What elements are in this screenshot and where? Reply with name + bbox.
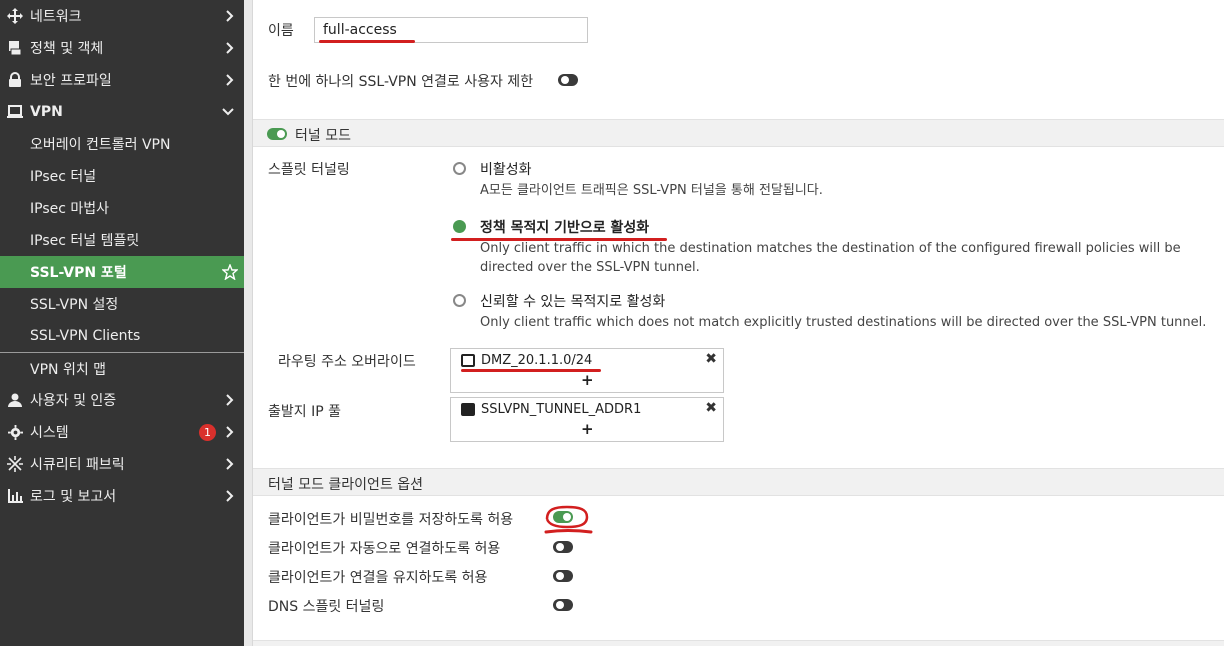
user-icon [6,384,24,416]
sidebar-item-vpn[interactable]: VPN [0,96,244,128]
radio-disabled[interactable] [453,162,466,175]
remove-entry-icon[interactable]: ✖ [705,400,717,416]
sidebar-item-label: 시큐리티 패브릭 [30,457,125,473]
source-ip-pool-field[interactable]: SSLVPN_TUNNEL_ADDR1 ✖ + [450,397,724,442]
sidebar-item-label: IPsec 터널 [30,169,97,185]
add-entry-button[interactable]: + [581,371,594,389]
section-footer [253,640,1224,646]
address-icon [461,354,475,367]
chevron-right-icon [226,64,234,96]
laptop-icon [6,96,24,128]
radio-trusted-destination-desc: Only client traffic which does not match… [480,315,1207,330]
sidebar-item-vpn-location-map[interactable]: VPN 위치 맵 [0,352,244,384]
split-tunneling-label: 스플릿 터널링 [268,162,350,178]
sidebar-item-ipsec-wizard[interactable]: IPsec 마법사 [0,192,244,224]
routing-override-entry[interactable]: DMZ_20.1.1.0/24 [461,353,592,368]
sidebar-item-network[interactable]: 네트워크 [0,0,244,32]
option-keep-alive-label: 클라이언트가 연결을 유지하도록 허용 [268,570,488,586]
radio-trusted-destination[interactable] [453,294,466,307]
move-arrows-icon [6,0,24,32]
sidebar-item-log-report[interactable]: 로그 및 보고서 [0,480,244,512]
dns-split-tunneling-toggle[interactable] [553,599,573,611]
client-options-section: 터널 모드 클라이언트 옵션 [253,468,1224,496]
sidebar-item-security-profiles[interactable]: 보안 프로파일 [0,64,244,96]
sidebar-item-policy-objects[interactable]: 정책 및 객체 [0,32,244,64]
tunnel-mode-label: 터널 모드 [295,128,351,144]
name-label: 이름 [268,23,294,39]
chevron-down-icon [222,96,234,128]
limit-users-toggle[interactable] [558,74,578,86]
sidebar-item-label: 네트워크 [30,9,82,25]
sidebar-item-ipsec-tunnel[interactable]: IPsec 터널 [0,160,244,192]
tunnel-mode-section: 터널 모드 [253,119,1224,147]
sidebar-item-label: IPsec 마법사 [30,201,110,217]
ip-range-icon [461,403,475,416]
client-options-label: 터널 모드 클라이언트 옵션 [268,477,424,493]
chevron-right-icon [226,32,234,64]
sidebar-item-label: 보안 프로파일 [30,73,112,89]
sidebar-item-ssl-vpn-portal[interactable]: SSL-VPN 포털 [0,256,244,288]
remove-entry-icon[interactable]: ✖ [705,351,717,367]
radio-disabled-title: 비활성화 [480,162,532,178]
sidebar-item-label: SSL-VPN Clients [30,328,141,344]
main-panel: 이름 한 번에 하나의 SSL-VPN 연결로 사용자 제한 터널 모드 스플릿… [252,0,1224,646]
sidebar-item-overlay-controller-vpn[interactable]: 오버레이 컨트롤러 VPN [0,128,244,160]
chevron-right-icon [226,0,234,32]
policy-doc-icon [6,32,24,64]
notification-badge: 1 [199,424,216,441]
tunnel-mode-toggle[interactable] [267,128,287,140]
sidebar-item-label: 정책 및 객체 [30,41,104,57]
option-dns-split-label: DNS 스플릿 터널링 [268,599,385,615]
radio-policy-destination-title: 정책 목적지 기반으로 활성화 [480,220,650,236]
annotation-underline [461,369,601,372]
sidebar: 네트워크 정책 및 객체 보안 프로파일 VPN 오버레이 컨트롤러 VPN I… [0,0,244,646]
auto-connect-toggle[interactable] [553,541,573,553]
sidebar-item-label: 사용자 및 인증 [30,393,117,409]
star-icon[interactable] [222,256,238,288]
option-auto-connect-label: 클라이언트가 자동으로 연결하도록 허용 [268,541,501,557]
radio-policy-destination-desc: Only client traffic in which the destina… [480,241,1181,275]
fabric-icon [6,448,24,480]
sidebar-item-ipsec-tunnel-template[interactable]: IPsec 터널 템플릿 [0,224,244,256]
add-entry-button[interactable]: + [581,420,594,438]
sidebar-item-security-fabric[interactable]: 시큐리티 패브릭 [0,448,244,480]
sidebar-item-label: SSL-VPN 설정 [30,297,119,313]
chevron-right-icon [226,480,234,512]
chevron-right-icon [226,384,234,416]
sidebar-item-system[interactable]: 시스템 1 [0,416,244,448]
source-ip-pool-entry[interactable]: SSLVPN_TUNNEL_ADDR1 [461,402,641,417]
annotation-circle [544,505,593,534]
lock-icon [6,64,24,96]
routing-override-label: 라우팅 주소 오버라이드 [278,354,416,370]
radio-trusted-destination-title: 신뢰할 수 있는 목적지로 활성화 [480,294,666,310]
chevron-right-icon [226,448,234,480]
sidebar-item-label: 로그 및 보고서 [30,489,117,505]
chart-icon [6,480,24,512]
chevron-right-icon [226,416,234,448]
sidebar-item-label: VPN [30,104,63,120]
sidebar-item-label: VPN 위치 맵 [30,361,107,378]
sidebar-item-ssl-vpn-settings[interactable]: SSL-VPN 설정 [0,288,244,320]
sidebar-item-label: 시스템 [30,425,69,441]
radio-disabled-desc: A모든 클라이언트 트래픽은 SSL-VPN 터널을 통해 전달됩니다. [480,183,823,198]
annotation-underline [319,40,415,43]
gear-icon [6,416,24,448]
sidebar-item-ssl-vpn-clients[interactable]: SSL-VPN Clients [0,320,244,352]
option-save-password-label: 클라이언트가 비밀번호를 저장하도록 허용 [268,512,514,528]
radio-policy-destination[interactable] [453,220,466,233]
sidebar-item-user-auth[interactable]: 사용자 및 인증 [0,384,244,416]
keep-alive-toggle[interactable] [553,570,573,582]
routing-override-value: DMZ_20.1.1.0/24 [481,353,593,368]
sidebar-item-label: SSL-VPN 포털 [30,265,127,281]
sidebar-item-label: IPsec 터널 템플릿 [30,233,140,249]
source-ip-pool-value: SSLVPN_TUNNEL_ADDR1 [481,402,642,417]
source-ip-pool-label: 출발지 IP 풀 [268,404,341,420]
limit-users-label: 한 번에 하나의 SSL-VPN 연결로 사용자 제한 [268,74,534,90]
sidebar-item-label: 오버레이 컨트롤러 VPN [30,137,171,153]
